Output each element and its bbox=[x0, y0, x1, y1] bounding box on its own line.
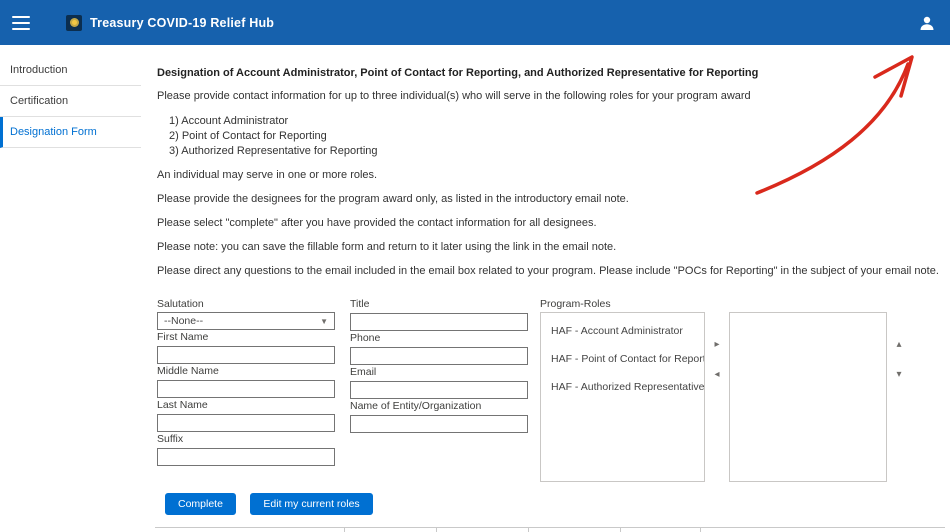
phone-input[interactable] bbox=[350, 347, 528, 365]
roles-list: 1) Account Administrator 2) Point of Con… bbox=[169, 114, 945, 159]
sidebar-item-introduction[interactable]: Introduction bbox=[0, 55, 141, 86]
name-fields-column: Salutation --None-- ▼ First Name Middle … bbox=[157, 298, 335, 467]
brand: Treasury COVID-19 Relief Hub bbox=[66, 15, 274, 31]
top-bar: Treasury COVID-19 Relief Hub bbox=[0, 0, 950, 45]
instruction-text: Please select "complete" after you have … bbox=[157, 217, 945, 230]
move-left-icon[interactable]: ◂ bbox=[714, 367, 719, 383]
sidebar-item-certification[interactable]: Certification bbox=[0, 86, 141, 117]
table-cell bbox=[621, 528, 701, 532]
instruction-text: Please direct any questions to the email… bbox=[157, 265, 945, 278]
order-buttons: ▴ ▾ bbox=[887, 312, 911, 397]
hamburger-menu-icon[interactable] bbox=[12, 12, 30, 34]
suffix-field: Suffix bbox=[157, 433, 335, 466]
user-profile-icon[interactable] bbox=[918, 14, 936, 32]
complete-button[interactable]: Complete bbox=[165, 493, 236, 515]
move-right-icon[interactable]: ▸ bbox=[714, 337, 719, 353]
page-title: Designation of Account Administrator, Po… bbox=[157, 67, 945, 80]
first-name-input[interactable] bbox=[157, 346, 335, 364]
last-name-input[interactable] bbox=[157, 414, 335, 432]
middle-name-label: Middle Name bbox=[157, 365, 335, 377]
middle-name-input[interactable] bbox=[157, 380, 335, 398]
edit-roles-button[interactable]: Edit my current roles bbox=[250, 493, 372, 515]
records-table-partial bbox=[155, 527, 945, 532]
program-roles-picker: Program-Roles HAF - Account Administrato… bbox=[540, 298, 911, 482]
middle-name-field: Middle Name bbox=[157, 365, 335, 398]
roles-list-item: 3) Authorized Representative for Reporti… bbox=[169, 144, 945, 159]
move-up-icon[interactable]: ▴ bbox=[896, 337, 901, 353]
instruction-text: Please note: you can save the fillable f… bbox=[157, 241, 945, 254]
salutation-label: Salutation bbox=[157, 298, 335, 310]
sidebar-item-designation-form[interactable]: Designation Form bbox=[0, 117, 141, 148]
contact-fields-column: Title Phone Email Name of Entity/Organiz… bbox=[350, 298, 528, 434]
move-buttons: ▸ ◂ bbox=[705, 312, 729, 397]
roles-list-item: 2) Point of Contact for Reporting bbox=[169, 129, 945, 144]
table-cell bbox=[701, 528, 945, 532]
list-item[interactable]: HAF - Authorized Representative fo... bbox=[541, 373, 704, 401]
title-field: Title bbox=[350, 298, 528, 331]
email-field: Email bbox=[350, 366, 528, 399]
intro-text: Please provide contact information for u… bbox=[157, 90, 945, 103]
salutation-select[interactable]: --None-- ▼ bbox=[157, 312, 335, 330]
treasury-seal-logo bbox=[66, 15, 82, 31]
first-name-field: First Name bbox=[157, 331, 335, 364]
program-roles-label: Program-Roles bbox=[540, 298, 911, 310]
roles-list-item: 1) Account Administrator bbox=[169, 114, 945, 129]
table-cell bbox=[345, 528, 437, 532]
suffix-label: Suffix bbox=[157, 433, 335, 445]
entity-field: Name of Entity/Organization bbox=[350, 400, 528, 433]
move-down-icon[interactable]: ▾ bbox=[896, 367, 901, 383]
last-name-label: Last Name bbox=[157, 399, 335, 411]
title-input[interactable] bbox=[350, 313, 528, 331]
main-content: Designation of Account Administrator, Po… bbox=[141, 45, 950, 532]
phone-field: Phone bbox=[350, 332, 528, 365]
email-label: Email bbox=[350, 366, 528, 378]
program-roles-selected-list[interactable] bbox=[729, 312, 887, 482]
salutation-field: Salutation --None-- ▼ bbox=[157, 298, 335, 330]
title-label: Title bbox=[350, 298, 528, 310]
designation-form: Salutation --None-- ▼ First Name Middle … bbox=[157, 298, 945, 482]
table-cell bbox=[437, 528, 529, 532]
list-item[interactable]: HAF - Point of Contact for Reporting bbox=[541, 345, 704, 373]
program-roles-available-list[interactable]: HAF - Account Administrator HAF - Point … bbox=[540, 312, 705, 482]
phone-label: Phone bbox=[350, 332, 528, 344]
table-cell bbox=[155, 528, 345, 532]
suffix-input[interactable] bbox=[157, 448, 335, 466]
chevron-down-icon: ▼ bbox=[320, 317, 328, 326]
first-name-label: First Name bbox=[157, 331, 335, 343]
entity-label: Name of Entity/Organization bbox=[350, 400, 528, 412]
person-icon bbox=[918, 14, 936, 32]
email-input[interactable] bbox=[350, 381, 528, 399]
table-cell bbox=[529, 528, 621, 532]
last-name-field: Last Name bbox=[157, 399, 335, 432]
page: Treasury COVID-19 Relief Hub Introductio… bbox=[0, 0, 950, 532]
instruction-text: Please provide the designees for the pro… bbox=[157, 193, 945, 206]
salutation-value: --None-- bbox=[164, 315, 203, 327]
instruction-text: An individual may serve in one or more r… bbox=[157, 169, 945, 182]
entity-input[interactable] bbox=[350, 415, 528, 433]
action-buttons: Complete Edit my current roles bbox=[165, 493, 945, 515]
sidebar-nav: Introduction Certification Designation F… bbox=[0, 45, 141, 532]
list-item[interactable]: HAF - Account Administrator bbox=[541, 317, 704, 345]
app-title: Treasury COVID-19 Relief Hub bbox=[90, 16, 274, 30]
